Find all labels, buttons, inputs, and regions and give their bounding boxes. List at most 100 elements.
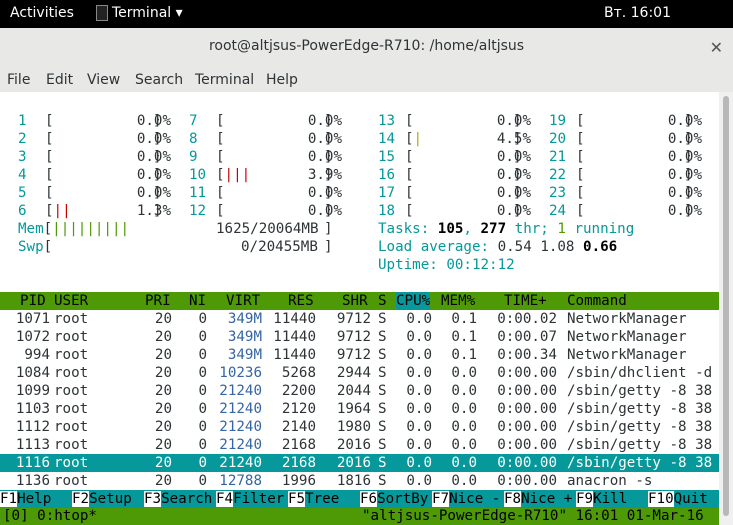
col-res[interactable]: RES: [288, 292, 314, 310]
process-pri: 20: [154, 401, 172, 417]
fkey-f7[interactable]: F7Nice -: [432, 490, 500, 508]
process-cmd: /sbin/getty -8 38: [567, 455, 713, 471]
process-ni: 0: [198, 473, 207, 489]
close-icon[interactable]: ✕: [710, 38, 723, 57]
col-virt[interactable]: VIRT: [226, 292, 260, 310]
process-row[interactable]: 1071 root 20 0 349M 11440 9712 S 0.0 0.1 0:00.02 Ne…: [0, 310, 720, 328]
col-shr[interactable]: SHR: [342, 292, 368, 310]
cpu-bar-end: ]: [324, 185, 333, 201]
swap-value: 0/20455MB: [241, 239, 318, 255]
process-time: 0:00.00: [497, 473, 557, 489]
process-row[interactable]: 1072 root 20 0 349M 11440 9712 S 0.0 0.1 0:00.07 Ne…: [0, 328, 720, 346]
fkey-f8[interactable]: F8Nice +: [504, 490, 572, 508]
cpu-number: 2: [18, 131, 27, 147]
col-mem[interactable]: MEM%: [441, 292, 475, 310]
process-user: root: [54, 311, 89, 327]
menu-file[interactable]: File: [7, 72, 30, 88]
fkey-f10[interactable]: F10Quit: [648, 490, 708, 508]
cpu-percent: 0.0%: [496, 185, 531, 201]
process-ni: 0: [198, 311, 207, 327]
cpu-number: 1: [18, 113, 27, 129]
cpu-bar: [: [576, 131, 585, 147]
process-row[interactable]: 1099 root 20 0 21240 2200 2044 S 0.0 0.0 0:00.00/s…: [0, 382, 720, 400]
fkey-f4[interactable]: F4Filter: [216, 490, 284, 508]
tmux-window-list[interactable]: [0] 0:htop*: [3, 507, 97, 525]
scrollbar-thumb[interactable]: [723, 96, 729, 516]
col-cpu[interactable]: CPU%: [396, 292, 431, 310]
process-pid: 1136: [15, 473, 50, 489]
process-virt: 349M: [227, 311, 262, 327]
cpu-number: 18: [378, 203, 396, 219]
process-time: 0:00.00: [497, 401, 557, 417]
cpu-percent: 0.0%: [496, 203, 531, 219]
cpu-percent: 1.3%: [136, 203, 171, 219]
process-pid: 994: [24, 347, 50, 363]
process-time: 0:00.00: [497, 455, 557, 471]
process-mem: 0.1: [451, 311, 477, 327]
fkey-f3[interactable]: F3Search: [144, 490, 212, 508]
cpu-bar: [: [45, 149, 54, 165]
process-row[interactable]: 994 root 20 0 349M 11440 9712 S 0.0 0.1 0:00.34 Net…: [0, 346, 720, 364]
activities-button[interactable]: Activities: [10, 5, 74, 21]
cpu-number: 24: [549, 203, 567, 219]
process-shr: 9712: [336, 311, 371, 327]
process-shr: 2944: [336, 365, 371, 381]
process-row[interactable]: 1103 root 20 0 21240 2120 1964 S 0.0 0.0 0:00.00/s…: [0, 400, 720, 418]
menu-view[interactable]: View: [87, 72, 120, 88]
menu-help[interactable]: Help: [266, 72, 298, 88]
cpu-percent: 4.5%: [496, 131, 531, 147]
process-mem: 0.0: [451, 383, 477, 399]
cpu-bar: [: [216, 203, 225, 219]
cpu-bar: [: [405, 185, 414, 201]
menu-edit[interactable]: Edit: [46, 72, 73, 88]
clock[interactable]: Вт. 16:01: [604, 5, 671, 21]
process-row[interactable]: 1116 root 20 0 21240 2168 2016 S 0.0 0.0 0:00.00/s…: [0, 454, 720, 472]
fkey-f1[interactable]: F1Help: [0, 490, 51, 508]
col-pri[interactable]: PRI: [145, 292, 171, 310]
cpu-bar-end: ]: [684, 167, 693, 183]
col-state[interactable]: S: [378, 292, 387, 310]
window-title-bar[interactable]: root@altjsus-PowerEdge-R710: /home/altjs…: [0, 28, 733, 69]
col-pid[interactable]: PID: [20, 292, 46, 310]
process-row[interactable]: 1136 root 20 0 12788 1996 1816 S 0.0 0.0 0:00.00 an…: [0, 472, 720, 490]
process-ni: 0: [198, 329, 207, 345]
fkey-f6[interactable]: F6SortBy: [360, 490, 428, 508]
col-user[interactable]: USER: [54, 292, 88, 310]
process-row[interactable]: 1113 root 20 0 21240 2168 2016 S 0.0 0.0 0:00.00/s…: [0, 436, 720, 454]
cpu-percent: 0.0%: [307, 149, 342, 165]
process-pid: 1113: [15, 437, 50, 453]
cpu-bar-end: ]: [153, 113, 162, 129]
col-ni[interactable]: NI: [189, 292, 206, 310]
process-s: S: [378, 329, 387, 345]
process-pid: 1072: [15, 329, 50, 345]
cpu-number: 13: [378, 113, 396, 129]
cpu-number: 10: [189, 167, 207, 183]
cpu-percent: 0.0%: [667, 131, 702, 147]
cpu-bar: [|||: [216, 167, 251, 183]
process-ni: 0: [198, 383, 207, 399]
fkey-f5[interactable]: F5Tree: [288, 490, 339, 508]
process-row[interactable]: 1112 root 20 0 21240 2140 1980 S 0.0 0.0 0:00.00/s…: [0, 418, 720, 436]
cpu-bar: [: [216, 131, 225, 147]
menu-search[interactable]: Search: [135, 72, 183, 88]
terminal-scrollbar[interactable]: [719, 92, 733, 525]
col-time[interactable]: TIME+: [504, 292, 547, 310]
process-shr: 1816: [336, 473, 371, 489]
process-cmd: /sbin/getty -8 38: [567, 383, 713, 399]
cpu-number: 7: [189, 113, 198, 129]
fkey-f2[interactable]: F2Setup: [72, 490, 132, 508]
process-row[interactable]: 1084 root 20 0 10236 5268 2944 S 0.0 0.0 0:00.00/s…: [0, 364, 720, 382]
memory-meter: Mem[|||||||||: [18, 221, 130, 237]
app-menu-button[interactable]: Terminal ▾: [96, 5, 183, 21]
process-time: 0:00.00: [497, 419, 557, 435]
process-pid: 1116: [15, 455, 50, 471]
fkey-f9[interactable]: F9Kill: [576, 490, 627, 508]
tmux-status-right: "altjsus-PowerEdge-R710" 16:01 01-Mar-16: [362, 508, 704, 524]
cpu-bar: [: [576, 203, 585, 219]
terminal-view[interactable]: 1 [0.0%] 2 [0.0%] 3 [0.0%] 4 [0.0%] 5 [0.0%] 6 [|| 1…: [0, 92, 733, 525]
cpu-bar-end: ]: [513, 149, 522, 165]
col-command[interactable]: Command: [567, 292, 627, 310]
process-user: root: [54, 455, 89, 471]
menu-terminal[interactable]: Terminal: [195, 72, 254, 88]
process-virt: 12788: [219, 473, 262, 489]
